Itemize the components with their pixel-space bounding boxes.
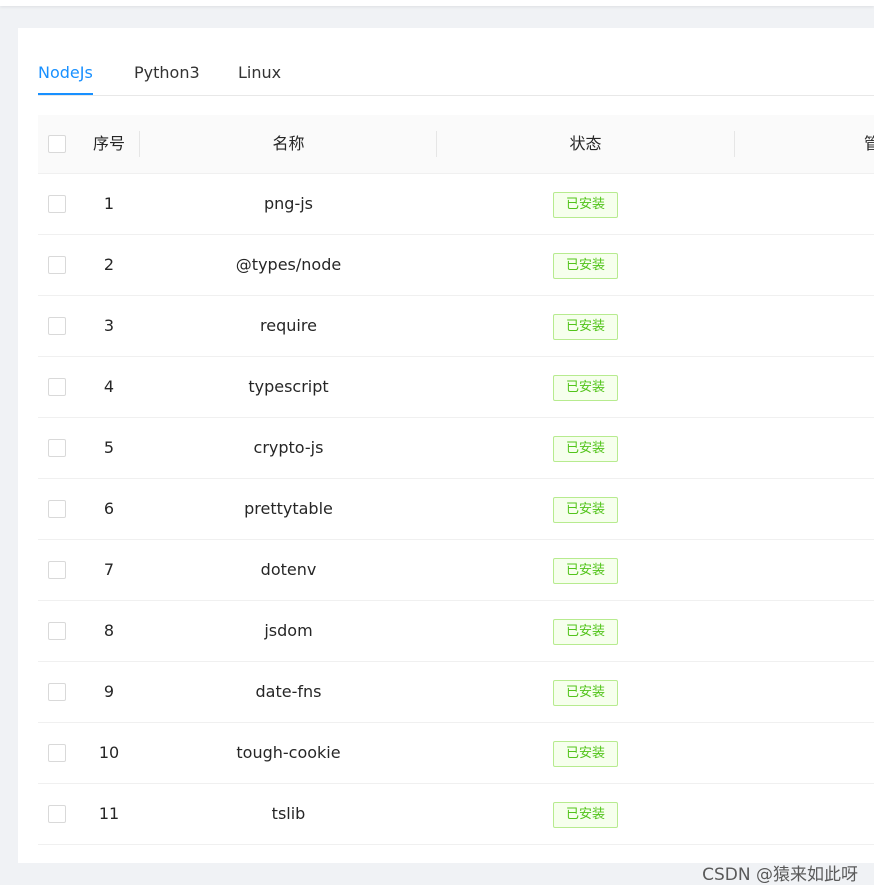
row-index: 11 [98,804,120,823]
header-status: 状态 [569,134,602,153]
table-row: 7 dotenv 已安装 [38,540,874,601]
row-index: 1 [103,194,115,213]
row-checkbox[interactable] [48,622,66,640]
table-header: 序号 名称 状态 管 [38,115,874,174]
status-badge: 已安装 [553,375,618,401]
tab-bar: NodeJs Python3 Linux [38,58,874,96]
status-badge: 已安装 [553,436,618,462]
row-package-name: require [260,316,317,335]
table-row: 1 png-js 已安装 [38,174,874,235]
row-index: 9 [103,682,115,701]
status-badge: 已安装 [553,558,618,584]
row-checkbox[interactable] [48,683,66,701]
row-checkbox[interactable] [48,500,66,518]
row-package-name: typescript [248,377,329,396]
select-all-checkbox[interactable] [48,135,66,153]
row-checkbox[interactable] [48,256,66,274]
header-actions: 管 [864,134,874,153]
row-index: 10 [98,743,120,762]
row-package-name: date-fns [255,682,322,701]
table-row: 8 jsdom 已安装 [38,601,874,662]
dependency-table: 序号 名称 状态 管 1 png-js 已安装 2 @types/node 已安装 3 req… [38,115,874,845]
row-checkbox[interactable] [48,744,66,762]
table-row: 10 tough-cookie 已安装 [38,723,874,784]
status-badge: 已安装 [553,619,618,645]
status-badge: 已安装 [553,802,618,828]
table-row: 2 @types/node 已安装 [38,235,874,296]
row-checkbox[interactable] [48,378,66,396]
column-separator [734,131,735,157]
row-package-name: crypto-js [253,438,324,457]
table-row: 11 tslib 已安装 [38,784,874,845]
status-badge: 已安装 [553,741,618,767]
tab-nodejs[interactable]: NodeJs [38,62,93,95]
row-package-name: @types/node [235,255,342,274]
row-index: 3 [103,316,115,335]
status-badge: 已安装 [553,314,618,340]
row-index: 8 [103,621,115,640]
table-row: 4 typescript 已安装 [38,357,874,418]
row-checkbox[interactable] [48,317,66,335]
header-index: 序号 [92,134,125,153]
row-package-name: prettytable [244,499,333,518]
header-name: 名称 [272,134,305,153]
row-checkbox[interactable] [48,439,66,457]
status-badge: 已安装 [553,497,618,523]
row-index: 6 [103,499,115,518]
row-checkbox[interactable] [48,805,66,823]
content-card: NodeJs Python3 Linux 序号 名称 状态 管 1 png-js 已… [18,28,874,885]
status-badge: 已安装 [553,253,618,279]
row-package-name: dotenv [260,560,317,579]
tab-linux[interactable]: Linux [238,62,281,94]
status-badge: 已安装 [553,680,618,706]
row-package-name: png-js [263,194,313,213]
table-row: 6 prettytable 已安装 [38,479,874,540]
table-row: 5 crypto-js 已安装 [38,418,874,479]
watermark: CSDN @猿来如此呀 [702,865,858,885]
status-badge: 已安装 [553,192,618,218]
row-index: 2 [103,255,115,274]
row-package-name: tough-cookie [236,743,341,762]
row-package-name: jsdom [264,621,313,640]
row-checkbox[interactable] [48,561,66,579]
table-body: 1 png-js 已安装 2 @types/node 已安装 3 require 已安装 4 typ… [38,174,874,845]
row-checkbox[interactable] [48,195,66,213]
row-index: 7 [103,560,115,579]
table-row: 3 require 已安装 [38,296,874,357]
tab-python3[interactable]: Python3 [134,62,200,94]
top-header-bar [0,0,874,6]
row-package-name: tslib [271,804,306,823]
row-index: 4 [103,377,115,396]
table-row: 9 date-fns 已安装 [38,662,874,723]
row-index: 5 [103,438,115,457]
